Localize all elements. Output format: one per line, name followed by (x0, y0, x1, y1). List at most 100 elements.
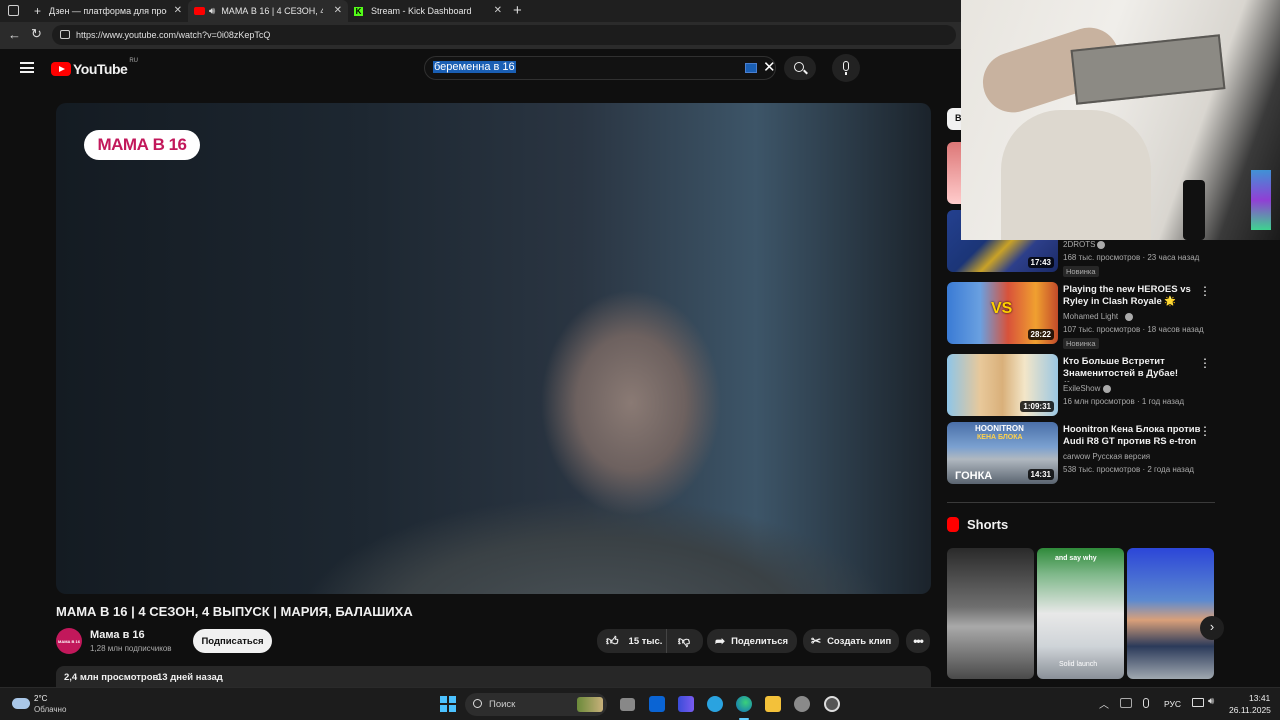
thumbs-up-icon: 👍︎ (606, 633, 619, 648)
channel-name[interactable]: Мама в 16 (90, 629, 145, 641)
shorts-icon (947, 517, 959, 532)
search-button[interactable] (784, 56, 816, 80)
close-icon[interactable]: ✕ (334, 5, 342, 16)
short-caption: Solid launch (1059, 661, 1098, 668)
subscribe-button[interactable]: Подписаться (193, 629, 272, 653)
shorts-next-button[interactable]: › (1200, 616, 1224, 640)
short-card[interactable] (947, 548, 1034, 679)
task-view-icon[interactable] (620, 698, 635, 711)
channel-name[interactable]: 2DROTS (1063, 240, 1095, 249)
like-count: 15 тыс. (628, 635, 663, 647)
channel-name[interactable]: ExileShow (1063, 384, 1100, 393)
share-label: Поделиться (731, 635, 789, 647)
clock-time[interactable]: 13:41 (1249, 693, 1270, 703)
video-title[interactable]: Playing the new HEROES vs Ryley in Clash… (1063, 284, 1201, 308)
video-meta: 107 тыс. просмотров · 18 часов назад (1063, 325, 1204, 334)
telegram-icon[interactable] (707, 696, 723, 712)
tab-dzen[interactable]: + Дзен — платформа для просмо ✕ (28, 0, 188, 22)
microphone-device (1183, 180, 1205, 240)
language-indicator[interactable]: РУС (1164, 699, 1181, 709)
youtube-favicon-icon (194, 7, 205, 15)
display-icon[interactable] (1192, 698, 1204, 707)
outlook-icon[interactable] (649, 696, 665, 712)
thumb-title-bottom: ГОНКА (955, 470, 993, 482)
more-vert-icon[interactable]: ⋮ (1199, 284, 1211, 298)
video-duration: 28:22 (1027, 329, 1054, 340)
more-vert-icon[interactable]: ⋮ (1199, 424, 1211, 438)
avatar-text: МАМА В 16 (57, 638, 80, 644)
video-thumbnail[interactable]: 1:09:31 (947, 354, 1058, 416)
show-logo-text: МАМА В 16 (97, 135, 187, 154)
clip-label: Создать клип (827, 635, 892, 647)
youtube-logo[interactable]: YouTube RU (51, 58, 138, 78)
scissors-icon: ✂ (811, 634, 822, 648)
new-badge: Новинка (1063, 338, 1099, 349)
close-icon[interactable]: ✕ (494, 5, 502, 16)
search-input[interactable]: беременна в 16 (433, 61, 516, 73)
microphone-icon[interactable] (1143, 698, 1149, 708)
video-meta: 168 тыс. просмотров · 23 часа назад (1063, 253, 1200, 262)
webcam-overlay (961, 0, 1280, 240)
channel-avatar[interactable]: МАМА В 16 (56, 628, 82, 654)
dislike-button[interactable]: 👎︎ (667, 634, 701, 649)
region-badge: RU (129, 58, 138, 64)
subscriber-count: 1,28 млн подписчиков (90, 644, 172, 653)
volume-icon[interactable]: 🔊︎ (1208, 696, 1214, 707)
subscribe-label: Подписаться (201, 635, 264, 647)
more-actions-button[interactable]: ••• (906, 629, 930, 653)
recording-app-icon[interactable] (824, 696, 840, 712)
start-button[interactable] (440, 696, 456, 712)
video-title[interactable]: Hoonitron Кена Блока против Audi R8 GT п… (1063, 424, 1201, 450)
url-field[interactable]: https://www.youtube.com/watch?v=0i08zKep… (52, 25, 956, 45)
video-thumbnail[interactable]: VS 28:22 (947, 282, 1058, 344)
speaker-icon[interactable]: 🔊︎ (209, 6, 215, 17)
thumbs-down-icon: 👎︎ (677, 633, 691, 648)
video-player[interactable]: МАМА В 16 (56, 103, 931, 594)
share-button[interactable]: ➦ Поделиться (707, 629, 797, 653)
youtube-wordmark: YouTube (73, 61, 128, 77)
site-info-icon[interactable] (60, 30, 70, 39)
voice-search-button[interactable] (832, 54, 860, 82)
edge-icon[interactable] (736, 696, 752, 712)
weather-widget[interactable]: 2°C Облачно (10, 692, 90, 718)
sidebar-video-item[interactable]: VS 28:22 Playing the new HEROES vs Ryley… (947, 282, 1215, 349)
stats-app-icon[interactable] (678, 696, 694, 712)
sidebar-video-item[interactable]: 1:09:31 Кто Больше Встретит Знаменитосте… (947, 354, 1215, 418)
clock-date[interactable]: 26.11.2025 (1229, 705, 1271, 715)
network-off-icon[interactable] (1120, 698, 1132, 708)
tab-kick[interactable]: K Stream - Kick Dashboard ✕ (348, 0, 508, 22)
verified-icon (1125, 313, 1133, 321)
like-button[interactable]: 👍︎ 15 тыс. (597, 629, 667, 653)
more-icon: ••• (913, 634, 924, 648)
menu-icon[interactable] (20, 62, 34, 73)
microphone-icon (843, 61, 849, 71)
short-card[interactable]: and say why Solid launch (1037, 548, 1124, 679)
tab-youtube[interactable]: 🔊︎ МАМА В 16 | 4 СЕЗОН, 4 Вы ✕ (188, 0, 348, 22)
refresh-icon[interactable]: ↻ (31, 26, 42, 42)
page-scrollbar[interactable] (1270, 240, 1276, 684)
sidebar-partial-thumb[interactable] (947, 142, 961, 204)
file-explorer-icon[interactable] (765, 696, 781, 712)
channel-name[interactable]: carwow Русская версия (1063, 452, 1150, 461)
windows-taskbar: 2°C Облачно Поиск ︿ РУС 🔊︎ 13:41 26.11.2… (0, 687, 1280, 720)
back-icon[interactable]: ← (8, 27, 21, 42)
close-icon[interactable]: ✕ (174, 5, 182, 16)
clear-search-icon[interactable]: ✕ (763, 58, 776, 76)
chevron-up-icon[interactable]: ︿ (1099, 696, 1109, 711)
tab-actions-icon[interactable] (8, 5, 19, 16)
verified-icon (1103, 385, 1111, 393)
search-icon (473, 699, 482, 708)
create-clip-button[interactable]: ✂ Создать клип (803, 629, 899, 653)
video-thumbnail[interactable]: HOONITRON КЕНА БЛОКА ГОНКА 14:31 (947, 422, 1058, 484)
short-card[interactable] (1127, 548, 1214, 679)
keyboard-icon[interactable] (745, 63, 757, 73)
more-vert-icon[interactable]: ⋮ (1199, 356, 1211, 370)
settings-icon[interactable] (794, 696, 810, 712)
sidebar-video-item[interactable]: HOONITRON КЕНА БЛОКА ГОНКА 14:31 Hoonitr… (947, 422, 1215, 486)
thumb-title-mid: КЕНА БЛОКА (977, 434, 1023, 441)
video-title[interactable]: Кто Больше Встретит Знаменитостей в Дуба… (1063, 356, 1201, 382)
taskbar-search[interactable]: Поиск (465, 693, 607, 716)
show-logo-overlay: МАМА В 16 (84, 130, 200, 160)
new-tab-icon[interactable]: + (513, 2, 522, 19)
channel-name[interactable]: Mohamed Light (1063, 312, 1118, 321)
